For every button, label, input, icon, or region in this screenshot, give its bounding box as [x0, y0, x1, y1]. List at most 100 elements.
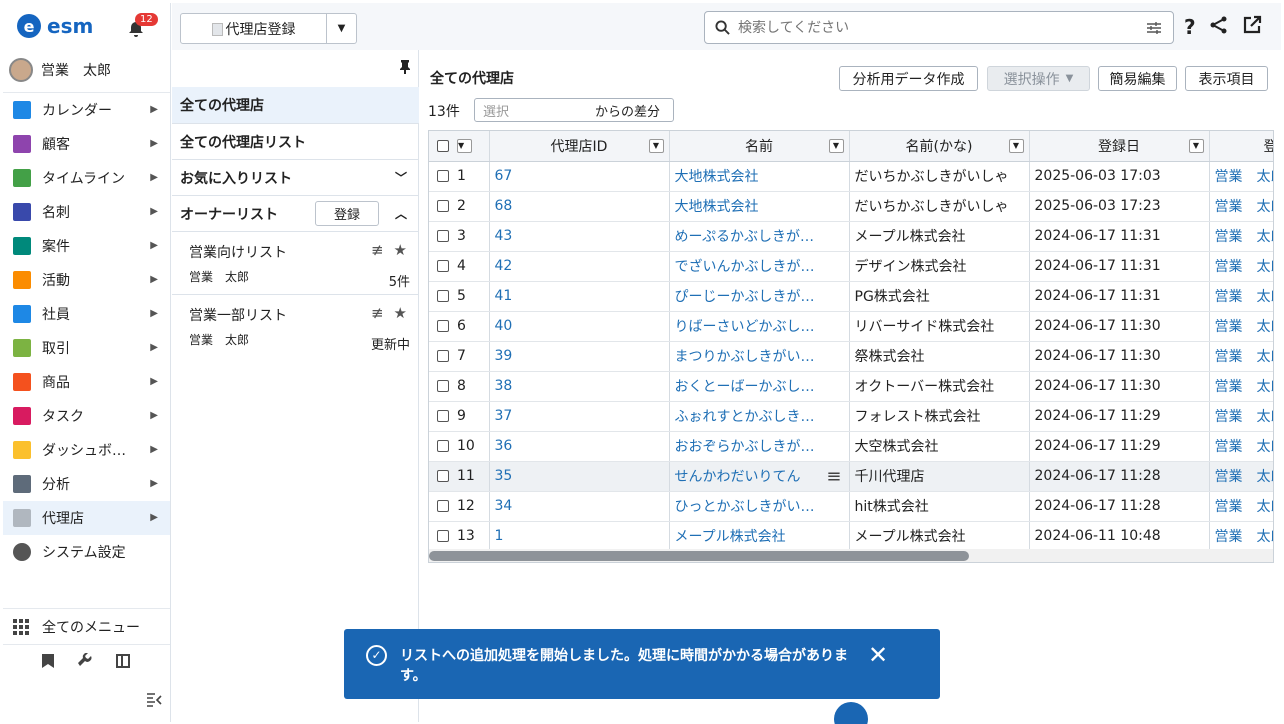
edit-list-icon[interactable]: ≢ — [371, 241, 384, 259]
list-owner[interactable]: オーナーリスト 登録 ︿ — [172, 196, 419, 232]
row-checkbox[interactable] — [437, 410, 449, 422]
star-icon[interactable]: ★ — [394, 304, 407, 322]
cell-name[interactable]: 大地株式会社 — [669, 191, 850, 222]
row-checkbox[interactable] — [437, 380, 449, 392]
select-all-checkbox[interactable] — [437, 139, 449, 152]
table-row[interactable]: 2 68 大地株式会社 だいちかぶしきがいしゃ 2025-06-03 17:23 営業 太… — [429, 191, 1273, 222]
cell-name[interactable]: おくとーばーかぶし… — [669, 371, 850, 402]
edit-list-icon[interactable]: ≢ — [371, 304, 384, 322]
cell-owner[interactable]: 営業 太郎 — [1209, 191, 1273, 222]
cell-owner[interactable]: 営業 太郎 — [1209, 371, 1273, 402]
diff-select[interactable]: 選択 からの差分 — [474, 98, 674, 122]
row-checkbox[interactable] — [437, 260, 449, 272]
help-icon[interactable]: ? — [1184, 15, 1196, 39]
sidebar-item[interactable]: 顧客 ▶ — [3, 127, 170, 161]
row-checkbox[interactable] — [437, 230, 449, 242]
select-menu-dropdown[interactable]: ▼ — [457, 138, 472, 153]
row-number[interactable]: 13 — [429, 521, 490, 552]
scrollbar-thumb[interactable] — [429, 551, 969, 561]
bookmark-icon[interactable] — [41, 653, 55, 669]
esm-logo[interactable]: e esm — [17, 14, 93, 38]
sidebar-item[interactable]: 分析 ▶ — [3, 467, 170, 501]
collapse-sidebar-icon[interactable] — [146, 691, 162, 707]
table-row[interactable]: 5 41 ぴーじーかぶしきが… PG株式会社 2024-06-17 11:31 営業 太郎 — [429, 281, 1273, 312]
table-icon[interactable] — [115, 653, 131, 669]
sidebar-item[interactable]: ダッシュボ… ▶ — [3, 433, 170, 467]
row-menu-icon[interactable]: ≡ — [826, 466, 841, 487]
cell-name[interactable]: めーぷるかぶしきが… — [669, 221, 850, 252]
table-row[interactable]: 10 36 おおぞらかぶしきが… 大空株式会社 2024-06-17 11:29 営業 太… — [429, 431, 1273, 462]
sidebar-item[interactable]: 商品 ▶ — [3, 365, 170, 399]
table-row[interactable]: 1 67 大地株式会社 だいちかぶしきがいしゃ 2025-06-03 17:03 営業 太… — [429, 161, 1273, 192]
cell-id[interactable]: 38 — [489, 371, 670, 402]
share-icon[interactable] — [1209, 15, 1229, 35]
list-item[interactable]: 営業向けリスト 営業 太郎 5件 ≢ ★ — [172, 232, 419, 295]
cell-owner[interactable]: 営業 太郎 — [1209, 431, 1273, 462]
cell-name[interactable]: メープル株式会社 — [669, 521, 850, 552]
row-checkbox[interactable] — [437, 470, 449, 482]
table-row[interactable]: 3 43 めーぷるかぶしきが… メープル株式会社 2024-06-17 11:31 営業 … — [429, 221, 1273, 252]
row-number[interactable]: 1 — [429, 161, 490, 192]
sidebar-item[interactable]: 活動 ▶ — [3, 263, 170, 297]
col-menu-dropdown[interactable]: ▼ — [828, 139, 844, 153]
cell-id[interactable]: 39 — [489, 341, 670, 372]
filter-settings-icon[interactable] — [1146, 20, 1162, 36]
cell-owner[interactable]: 営業 太郎 — [1209, 281, 1273, 312]
cell-name[interactable]: せんかわだいりてん ≡ — [669, 461, 850, 492]
row-number[interactable]: 2 — [429, 191, 490, 222]
analysis-data-button[interactable]: 分析用データ作成 — [839, 66, 978, 91]
cell-name[interactable]: おおぞらかぶしきが… — [669, 431, 850, 462]
table-row[interactable]: 8 38 おくとーばーかぶし… オクトーバー株式会社 2024-06-17 11:30 営… — [429, 371, 1273, 402]
row-checkbox[interactable] — [437, 350, 449, 362]
cell-owner[interactable]: 営業 太郎 — [1209, 401, 1273, 432]
quick-edit-button[interactable]: 簡易編集 — [1098, 66, 1177, 91]
cell-owner[interactable]: 営業 太郎 — [1209, 221, 1273, 252]
row-checkbox[interactable] — [437, 320, 449, 332]
horizontal-scrollbar[interactable] — [429, 549, 1273, 562]
row-number[interactable]: 12 — [429, 491, 490, 522]
row-number[interactable]: 11 — [429, 461, 490, 492]
row-number[interactable]: 5 — [429, 281, 490, 312]
cell-id[interactable]: 1 — [489, 521, 670, 552]
cell-name[interactable]: りばーさいどかぶし… — [669, 311, 850, 342]
cell-name[interactable]: でざいんかぶしきが… — [669, 251, 850, 282]
cell-id[interactable]: 43 — [489, 221, 670, 252]
sidebar-item[interactable]: 案件 ▶ — [3, 229, 170, 263]
sidebar-item[interactable]: タスク ▶ — [3, 399, 170, 433]
cell-id[interactable]: 35 — [489, 461, 670, 492]
row-number[interactable]: 9 — [429, 401, 490, 432]
row-number[interactable]: 7 — [429, 341, 490, 372]
col-menu-dropdown[interactable]: ▼ — [1008, 139, 1024, 153]
list-item[interactable]: 営業一部リスト 営業 太郎 更新中 ≢ ★ — [172, 295, 419, 357]
user-profile[interactable]: 営業 太郎 — [9, 58, 111, 82]
cell-name[interactable]: ふぉれすとかぶしき… — [669, 401, 850, 432]
register-dropdown-toggle[interactable]: ▼ — [326, 14, 356, 43]
col-menu-dropdown[interactable]: ▼ — [648, 139, 664, 153]
table-row[interactable]: 4 42 でざいんかぶしきが… デザイン株式会社 2024-06-17 11:31 営業 … — [429, 251, 1273, 282]
owner-register-button[interactable]: 登録 — [315, 201, 379, 226]
row-checkbox[interactable] — [437, 530, 449, 542]
close-icon[interactable]: ✕ — [868, 641, 888, 669]
col-header-name[interactable]: 名前 ▼ — [669, 131, 850, 162]
sidebar-item[interactable]: 取引 ▶ — [3, 331, 170, 365]
col-header-id[interactable]: 代理店ID ▼ — [489, 131, 670, 162]
cell-owner[interactable]: 営業 太郎 — [1209, 491, 1273, 522]
cell-id[interactable]: 67 — [489, 161, 670, 192]
row-number[interactable]: 10 — [429, 431, 490, 462]
list-all-agency-lists[interactable]: 全ての代理店リスト — [172, 124, 419, 160]
cell-name[interactable]: まつりかぶしきがい… — [669, 341, 850, 372]
select-ops-button[interactable]: 選択操作 ▼ — [987, 66, 1090, 91]
cell-owner[interactable]: 営業 太郎 — [1209, 161, 1273, 192]
star-icon[interactable]: ★ — [394, 241, 407, 259]
cell-name[interactable]: 大地株式会社 — [669, 161, 850, 192]
table-row[interactable]: 9 37 ふぉれすとかぶしき… フォレスト株式会社 2024-06-17 11:29 営業… — [429, 401, 1273, 432]
col-menu-dropdown[interactable]: ▼ — [1188, 139, 1204, 153]
cell-owner[interactable]: 営業 太郎 — [1209, 311, 1273, 342]
list-favorites[interactable]: お気に入りリスト ﹀ — [172, 160, 419, 196]
cell-id[interactable]: 36 — [489, 431, 670, 462]
row-number[interactable]: 6 — [429, 311, 490, 342]
cell-name[interactable]: ぴーじーかぶしきが… — [669, 281, 850, 312]
all-menu-button[interactable]: 全てのメニュー — [3, 608, 170, 645]
cell-id[interactable]: 40 — [489, 311, 670, 342]
cell-owner[interactable]: 営業 太郎 — [1209, 521, 1273, 552]
